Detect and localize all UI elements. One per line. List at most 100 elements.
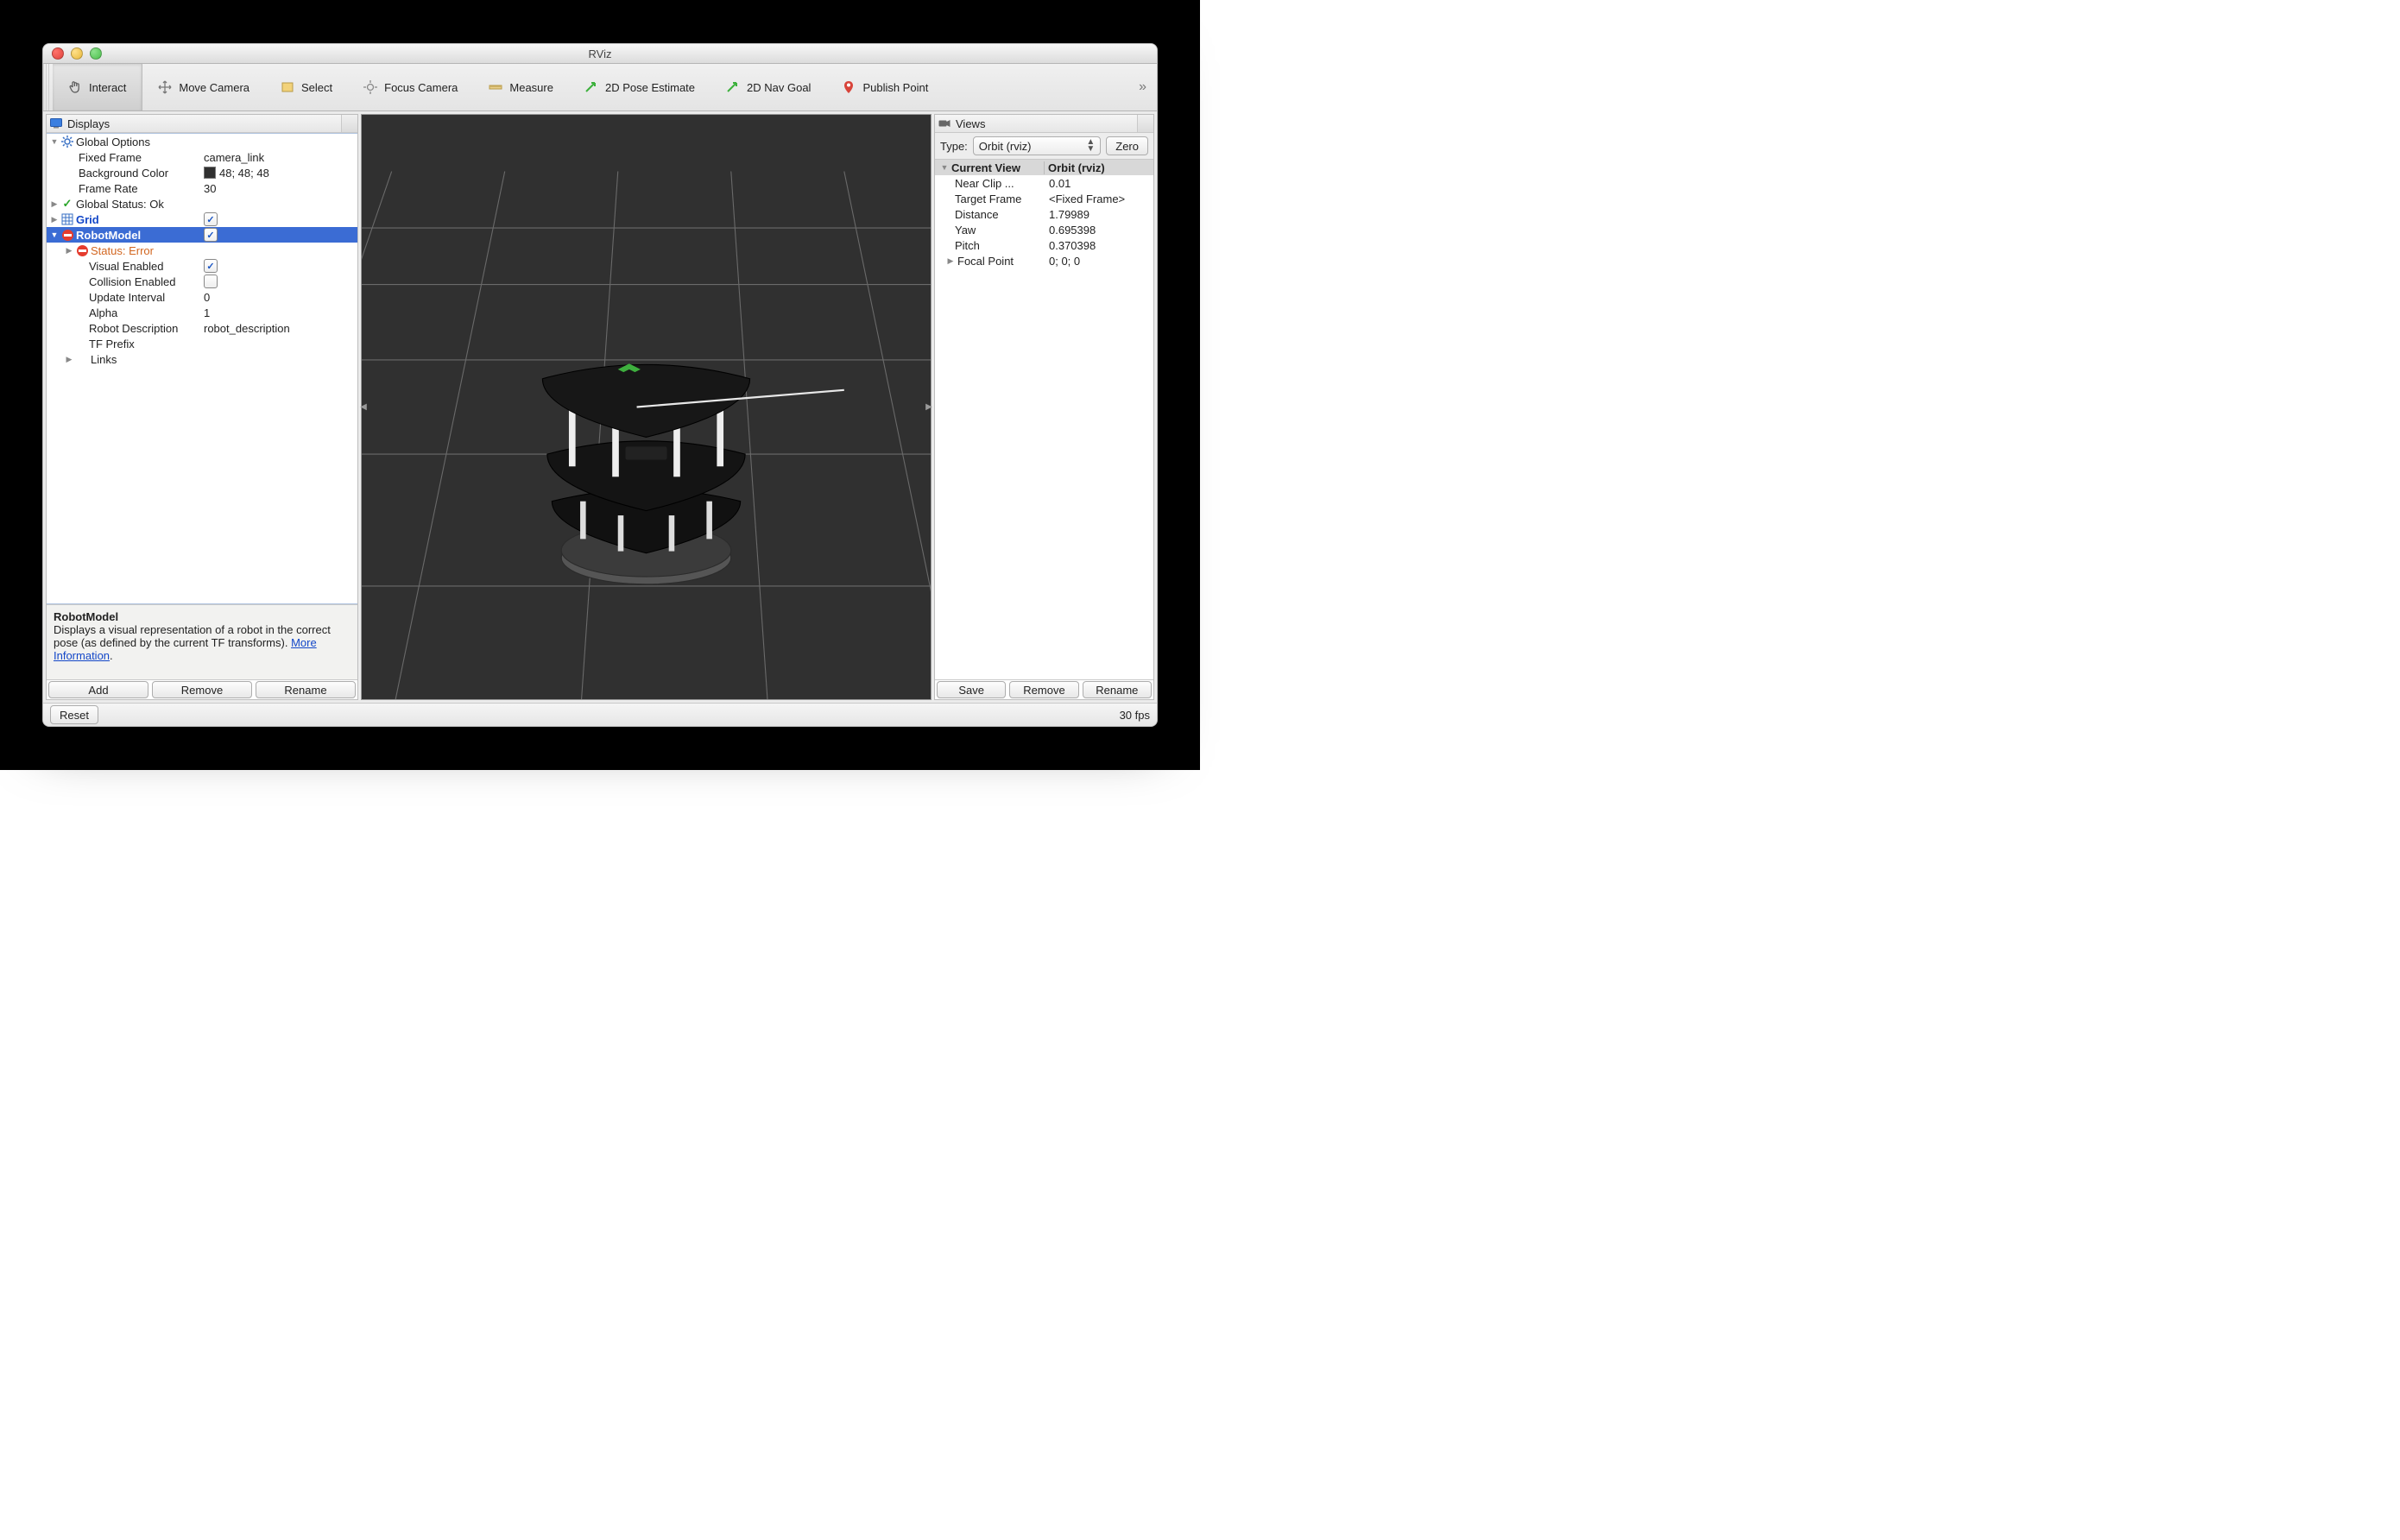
select-value: Orbit (rviz) <box>979 140 1032 153</box>
tool-label: Focus Camera <box>384 81 458 94</box>
tree-row-alpha[interactable]: Alpha 1 <box>47 305 357 320</box>
tree-label: TF Prefix <box>89 338 135 350</box>
disclosure-triangle-icon[interactable] <box>50 199 59 208</box>
tool-select[interactable]: Select <box>265 64 348 110</box>
tool-focus-camera[interactable]: Focus Camera <box>348 64 473 110</box>
tool-publish-point[interactable]: Publish Point <box>826 64 944 110</box>
tree-row-robot-description[interactable]: Robot Description robot_description <box>47 320 357 336</box>
description-body: Displays a visual representation of a ro… <box>54 623 331 649</box>
tool-interact[interactable]: Interact <box>53 64 142 110</box>
tree-value: 48; 48; 48 <box>219 167 269 180</box>
panel-float-button[interactable] <box>1137 115 1153 132</box>
tree-value: camera_link <box>204 151 264 164</box>
checkbox-icon[interactable]: ✓ <box>204 275 218 288</box>
tree-row-grid[interactable]: Grid ✓ <box>47 211 357 227</box>
toolbar-overflow-button[interactable]: » <box>1128 64 1157 110</box>
green-arrow-icon <box>584 80 598 94</box>
views-panel: Views Type: Orbit (rviz) ▲▼ Zero Current… <box>934 114 1154 700</box>
views-row[interactable]: Near Clip ...0.01 <box>935 175 1153 191</box>
move-arrows-icon <box>158 80 172 94</box>
views-row-name: Yaw <box>955 224 976 237</box>
tree-label: Robot Description <box>89 322 178 335</box>
panel-float-button[interactable] <box>341 115 357 132</box>
views-row[interactable]: Distance1.79989 <box>935 206 1153 222</box>
tool-move-camera[interactable]: Move Camera <box>142 64 265 110</box>
statusbar: Reset 30 fps <box>43 703 1157 726</box>
zero-button[interactable]: Zero <box>1106 136 1148 155</box>
tree-row-robotmodel-status[interactable]: Status: Error <box>47 243 357 258</box>
tree-row-update-interval[interactable]: Update Interval 0 <box>47 289 357 305</box>
tool-2d-pose-estimate[interactable]: 2D Pose Estimate <box>569 64 711 110</box>
error-icon <box>76 244 88 256</box>
tree-row-global-status[interactable]: ✓ Global Status: Ok <box>47 196 357 211</box>
description-title: RobotModel <box>54 610 351 623</box>
tool-measure[interactable]: Measure <box>473 64 569 110</box>
tree-label: Status: Error <box>91 244 154 257</box>
tree-value: robot_description <box>204 322 290 335</box>
tree-label: Links <box>91 353 117 366</box>
views-panel-header[interactable]: Views <box>935 115 1153 133</box>
checkbox-icon[interactable]: ✓ <box>204 228 218 242</box>
tool-label: Select <box>301 81 332 94</box>
viewport-3d[interactable]: ◀ ▶ <box>361 114 932 700</box>
tool-label: Measure <box>509 81 553 94</box>
disclosure-triangle-icon[interactable] <box>940 163 949 172</box>
reset-button[interactable]: Reset <box>50 705 98 724</box>
views-header-row[interactable]: Current View Orbit (rviz) <box>935 160 1153 175</box>
remove-display-button[interactable]: Remove <box>152 681 252 698</box>
disclosure-triangle-icon[interactable] <box>65 355 73 363</box>
left-splitter-handle[interactable]: ◀ <box>360 390 367 425</box>
disclosure-triangle-icon[interactable] <box>946 256 955 265</box>
tree-row-visual-enabled[interactable]: Visual Enabled ✓ <box>47 258 357 274</box>
tree-row-robotmodel[interactable]: RobotModel ✓ <box>47 227 357 243</box>
viewport-render <box>362 115 931 699</box>
rename-view-button[interactable]: Rename <box>1083 681 1152 698</box>
displays-buttons: Add Remove Rename <box>47 679 357 699</box>
tree-label: RobotModel <box>76 229 141 242</box>
tool-label: 2D Nav Goal <box>747 81 811 94</box>
remove-view-button[interactable]: Remove <box>1009 681 1078 698</box>
view-type-select[interactable]: Orbit (rviz) ▲▼ <box>973 136 1101 155</box>
error-icon <box>61 229 73 241</box>
tree-row-background-color[interactable]: Background Color 48; 48; 48 <box>47 165 357 180</box>
save-view-button[interactable]: Save <box>937 681 1006 698</box>
tree-value: 0 <box>204 291 210 304</box>
tree-row-global-options[interactable]: Global Options <box>47 134 357 149</box>
tool-label: Publish Point <box>862 81 928 94</box>
tree-label: Background Color <box>79 167 168 180</box>
toolbar-drag-handle[interactable] <box>43 64 49 110</box>
views-row[interactable]: Yaw0.695398 <box>935 222 1153 237</box>
views-row-value: 0.01 <box>1045 177 1153 190</box>
checkbox-icon[interactable]: ✓ <box>204 259 218 273</box>
type-label: Type: <box>940 140 968 153</box>
disclosure-triangle-icon[interactable] <box>50 230 59 239</box>
right-splitter-handle[interactable]: ▶ <box>925 390 932 425</box>
color-swatch <box>204 167 216 179</box>
window-titlebar: RViz <box>43 44 1157 64</box>
disclosure-triangle-icon[interactable] <box>50 215 59 224</box>
displays-panel-header[interactable]: Displays <box>47 115 357 133</box>
tree-label: Collision Enabled <box>89 275 175 288</box>
views-row[interactable]: Pitch0.370398 <box>935 237 1153 253</box>
panel-title: Views <box>956 117 985 130</box>
tree-row-tf-prefix[interactable]: TF Prefix <box>47 336 357 351</box>
display-description: RobotModel Displays a visual representat… <box>47 604 357 679</box>
views-tree[interactable]: Current View Orbit (rviz) Near Clip ...0… <box>935 160 1153 679</box>
checkmark-icon: ✓ <box>61 198 73 210</box>
displays-tree[interactable]: Global Options Fixed Frame camera_link B… <box>47 133 357 604</box>
disclosure-triangle-icon[interactable] <box>65 246 73 255</box>
tree-row-fixed-frame[interactable]: Fixed Frame camera_link <box>47 149 357 165</box>
add-display-button[interactable]: Add <box>48 681 148 698</box>
ruler-icon <box>489 80 502 94</box>
disclosure-triangle-icon[interactable] <box>50 137 59 146</box>
views-buttons: Save Remove Rename <box>935 679 1153 699</box>
tool-label: Interact <box>89 81 126 94</box>
tree-row-collision-enabled[interactable]: Collision Enabled ✓ <box>47 274 357 289</box>
checkbox-icon[interactable]: ✓ <box>204 212 218 226</box>
views-row[interactable]: Target Frame<Fixed Frame> <box>935 191 1153 206</box>
rename-display-button[interactable]: Rename <box>256 681 356 698</box>
tree-row-links[interactable]: Links <box>47 351 357 367</box>
tree-row-frame-rate[interactable]: Frame Rate 30 <box>47 180 357 196</box>
tool-2d-nav-goal[interactable]: 2D Nav Goal <box>711 64 826 110</box>
views-row[interactable]: Focal Point0; 0; 0 <box>935 253 1153 268</box>
